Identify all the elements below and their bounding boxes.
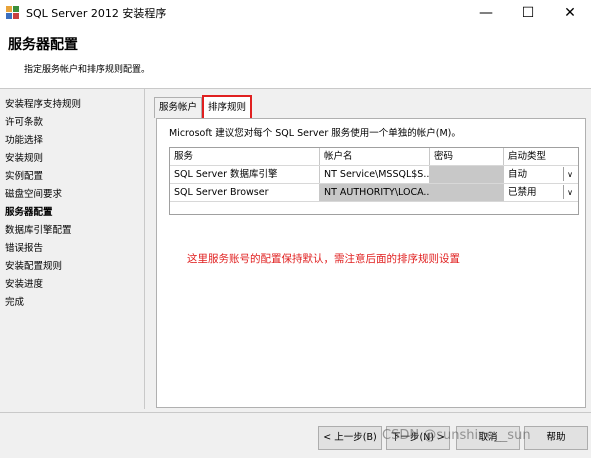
tab-strip: 服务帐户 排序规则	[154, 95, 253, 121]
chevron-down-icon[interactable]: ∨	[563, 167, 576, 181]
cell-password[interactable]	[430, 166, 504, 183]
nav-item-instance-configuration[interactable]: 实例配置	[0, 168, 144, 186]
nav-item-setup-support-rules[interactable]: 安装程序支持规则	[0, 96, 144, 114]
page-subtitle: 指定服务帐户和排序规则配置。	[24, 65, 151, 75]
watermark: CSDN @sunshine__sun	[382, 428, 531, 443]
tab-service-accounts[interactable]: 服务帐户	[154, 97, 203, 118]
minimize-icon: —	[479, 5, 493, 21]
column-header-password: 密码	[430, 148, 504, 165]
annotation-note: 这里服务账号的配置保持默认，需注意后面的排序规则设置	[187, 253, 460, 265]
maximize-button[interactable]: ☐	[507, 0, 549, 26]
grid-header-row: 服务 帐户名 密码 启动类型	[170, 148, 578, 166]
cell-service: SQL Server Browser	[170, 184, 320, 201]
column-header-startup-type: 启动类型	[508, 151, 547, 162]
title-bar: SQL Server 2012 安装程序 — ☐ ✕	[0, 0, 591, 26]
startup-type-select[interactable]: 已禁用 ∨	[504, 184, 578, 201]
nav-item-installation-rules[interactable]: 安装规则	[0, 150, 144, 168]
sql-server-setup-icon	[6, 6, 20, 20]
table-row: SQL Server Browser NT AUTHORITY\LOCA... …	[170, 184, 578, 202]
tab-panel: Microsoft 建议您对每个 SQL Server 服务使用一个单独的帐户(…	[156, 118, 586, 408]
cell-service: SQL Server 数据库引擎	[170, 166, 320, 183]
nav-item-configuration-rules[interactable]: 安装配置规则	[0, 258, 144, 276]
startup-type-value: 自动	[508, 169, 528, 180]
footer-divider	[0, 412, 591, 413]
startup-type-value: 已禁用	[508, 187, 537, 198]
nav-item-progress[interactable]: 安装进度	[0, 276, 144, 294]
recommend-text: Microsoft 建议您对每个 SQL Server 服务使用一个单独的帐户(…	[169, 128, 461, 139]
nav-item-feature-selection[interactable]: 功能选择	[0, 132, 144, 150]
cell-account-name[interactable]: NT AUTHORITY\LOCA...	[320, 184, 430, 201]
nav-divider	[144, 89, 145, 409]
table-row: SQL Server 数据库引擎 NT Service\MSSQL$S... 自…	[170, 166, 578, 184]
nav-item-server-configuration[interactable]: 服务器配置	[0, 204, 144, 222]
nav-item-disk-space[interactable]: 磁盘空间要求	[0, 186, 144, 204]
column-header-service: 服务	[170, 148, 320, 165]
chevron-down-icon[interactable]: ∨	[563, 185, 576, 199]
nav-item-error-reporting[interactable]: 错误报告	[0, 240, 144, 258]
close-button[interactable]: ✕	[549, 0, 591, 26]
nav-item-complete[interactable]: 完成	[0, 294, 144, 312]
help-button[interactable]: 帮助	[524, 426, 588, 450]
column-header-account: 帐户名	[320, 148, 430, 165]
cell-password[interactable]	[430, 184, 504, 201]
nav-item-license-terms[interactable]: 许可条款	[0, 114, 144, 132]
window-title: SQL Server 2012 安装程序	[26, 7, 167, 20]
back-button[interactable]: < 上一步(B)	[318, 426, 382, 450]
close-icon: ✕	[564, 5, 576, 21]
maximize-icon: ☐	[521, 5, 535, 21]
main-content: 服务帐户 排序规则 Microsoft 建议您对每个 SQL Server 服务…	[154, 95, 586, 409]
nav-item-database-engine[interactable]: 数据库引擎配置	[0, 222, 144, 240]
startup-type-select[interactable]: 自动 ∨	[504, 166, 578, 183]
step-navigation: 安装程序支持规则 许可条款 功能选择 安装规则 实例配置 磁盘空间要求 服务器配…	[0, 96, 144, 312]
page-title: 服务器配置	[8, 37, 78, 53]
minimize-button[interactable]: —	[465, 0, 507, 26]
service-accounts-grid: 服务 帐户名 密码 启动类型 SQL Server 数据库引擎 NT Servi…	[169, 147, 579, 215]
page-header: 服务器配置 指定服务帐户和排序规则配置。	[0, 26, 591, 89]
cell-account-name[interactable]: NT Service\MSSQL$S...	[320, 166, 430, 183]
